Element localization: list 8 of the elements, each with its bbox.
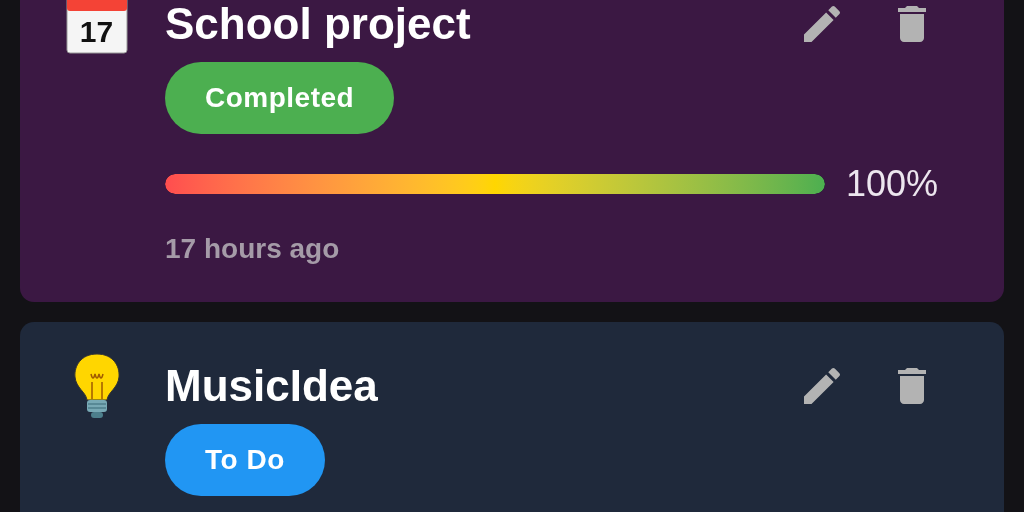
task-title: School project <box>165 0 472 48</box>
timestamp: 17 hours ago <box>165 232 340 266</box>
calendar-date: 17 <box>79 15 114 49</box>
status-badge: To Do <box>165 424 325 496</box>
progress-percent: 100% <box>846 162 940 206</box>
calendar-icon <box>65 0 128 55</box>
status-badge: Completed <box>165 62 395 134</box>
task-title: MusicIdea <box>165 362 379 410</box>
